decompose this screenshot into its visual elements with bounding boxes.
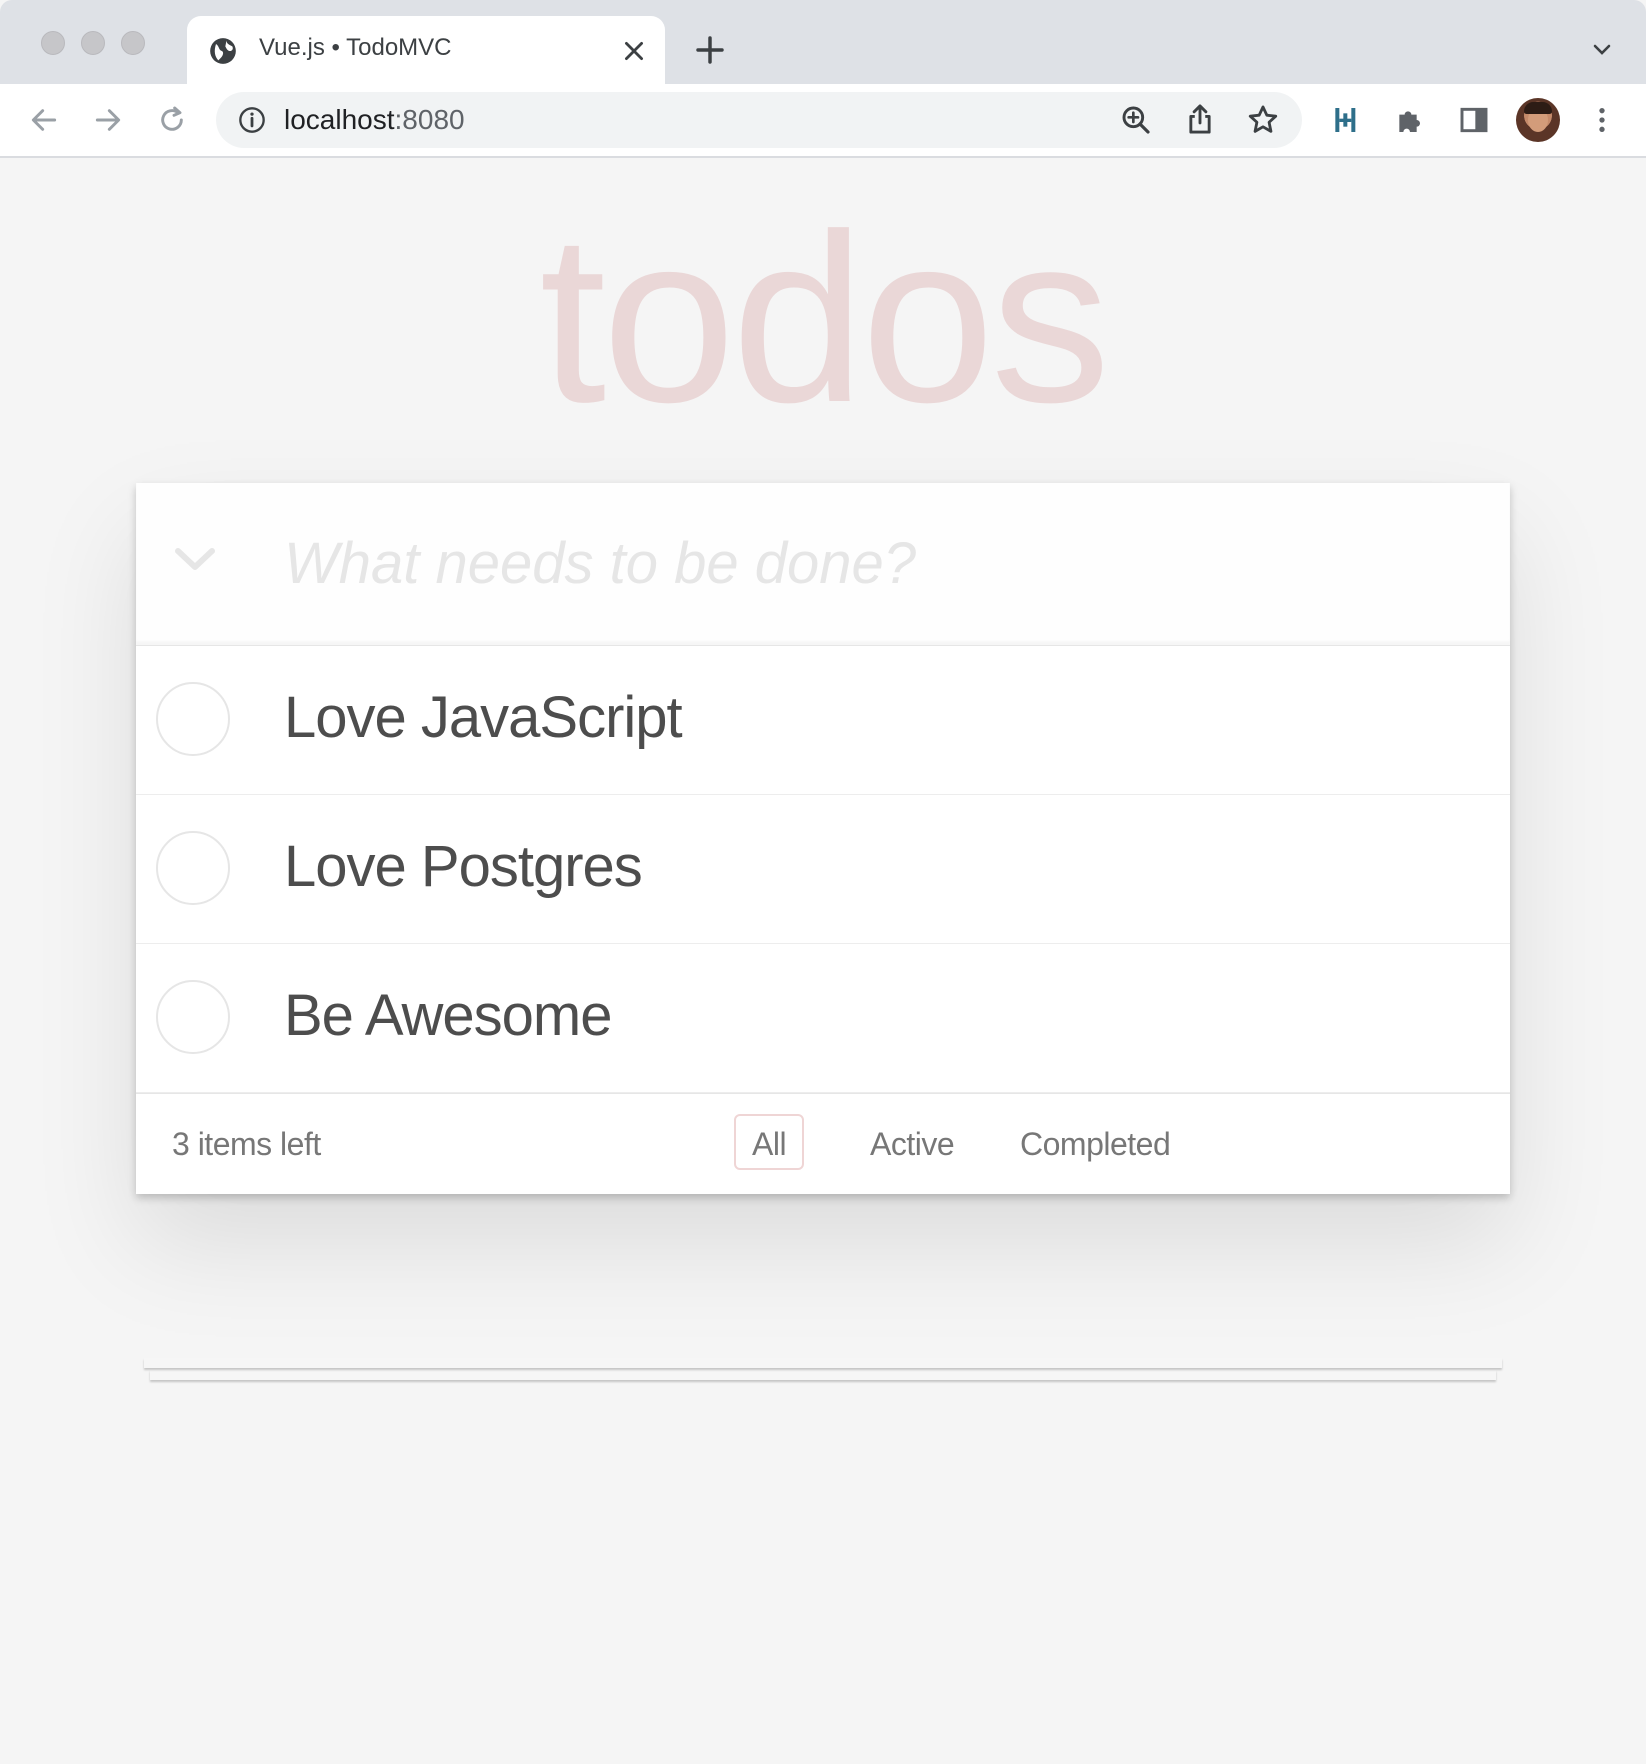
stack-shadow-1 <box>144 1358 1502 1368</box>
url-port: :8080 <box>394 104 465 135</box>
reload-icon[interactable] <box>156 104 188 136</box>
plus-icon[interactable] <box>694 34 726 66</box>
side-panel-icon[interactable] <box>1458 104 1490 136</box>
todo-item[interactable]: Be Awesome <box>136 944 1510 1093</box>
star-icon[interactable] <box>1246 103 1280 137</box>
avatar[interactable] <box>1516 98 1560 142</box>
page-viewport: todos Love JavaScript Love Postgres Be A… <box>0 158 1646 1764</box>
zoom-in-icon[interactable] <box>1120 104 1152 136</box>
globe-icon <box>210 38 236 64</box>
todo-footer: 3 items left All Active Completed <box>136 1093 1510 1194</box>
todo-toggle-checkbox[interactable] <box>156 980 230 1054</box>
window-minimize-button[interactable] <box>81 31 105 55</box>
todo-toggle-checkbox[interactable] <box>156 682 230 756</box>
kebab-menu-icon[interactable] <box>1586 104 1618 136</box>
todo-list: Love JavaScript Love Postgres Be Awesome <box>136 646 1510 1093</box>
extension-app-icon[interactable] <box>1330 104 1362 136</box>
todo-item[interactable]: Love JavaScript <box>136 646 1510 795</box>
todo-toggle-checkbox[interactable] <box>156 831 230 905</box>
avatar-hair <box>1524 102 1552 114</box>
chevron-down-icon[interactable] <box>1588 38 1616 62</box>
url-text[interactable]: localhost:8080 <box>284 104 465 136</box>
info-icon[interactable] <box>238 106 266 134</box>
tab-title: Vue.js • TodoMVC <box>259 34 452 61</box>
app-title: todos <box>539 184 1110 452</box>
browser-tab[interactable]: Vue.js • TodoMVC <box>187 16 665 84</box>
browser-tab-strip: Vue.js • TodoMVC <box>0 0 1646 84</box>
filter-all[interactable]: All <box>734 1114 805 1170</box>
todo-label[interactable]: Love Postgres <box>284 833 643 900</box>
todo-label[interactable]: Be Awesome <box>284 982 612 1049</box>
window-close-button[interactable] <box>41 31 65 55</box>
items-left-count: 3 items left <box>172 1126 321 1162</box>
todo-app: Love JavaScript Love Postgres Be Awesome… <box>136 483 1510 1194</box>
stack-shadow-2 <box>150 1370 1496 1380</box>
todo-header <box>136 483 1510 646</box>
filter-active[interactable]: Active <box>852 1114 972 1170</box>
puzzle-icon[interactable] <box>1394 104 1426 136</box>
todo-label[interactable]: Love JavaScript <box>284 684 683 751</box>
toggle-all-icon[interactable] <box>174 543 216 577</box>
arrow-right-icon[interactable] <box>92 104 124 136</box>
url-host: localhost <box>284 104 395 135</box>
close-icon[interactable] <box>621 38 647 64</box>
address-bar[interactable]: localhost:8080 <box>216 92 1302 148</box>
todo-item[interactable]: Love Postgres <box>136 795 1510 944</box>
arrow-left-icon[interactable] <box>28 104 60 136</box>
share-icon[interactable] <box>1184 102 1216 136</box>
window-zoom-button[interactable] <box>121 31 145 55</box>
browser-toolbar: localhost:8080 <box>0 84 1646 158</box>
filter-completed[interactable]: Completed <box>1002 1114 1188 1170</box>
new-todo-input[interactable] <box>284 513 1464 613</box>
